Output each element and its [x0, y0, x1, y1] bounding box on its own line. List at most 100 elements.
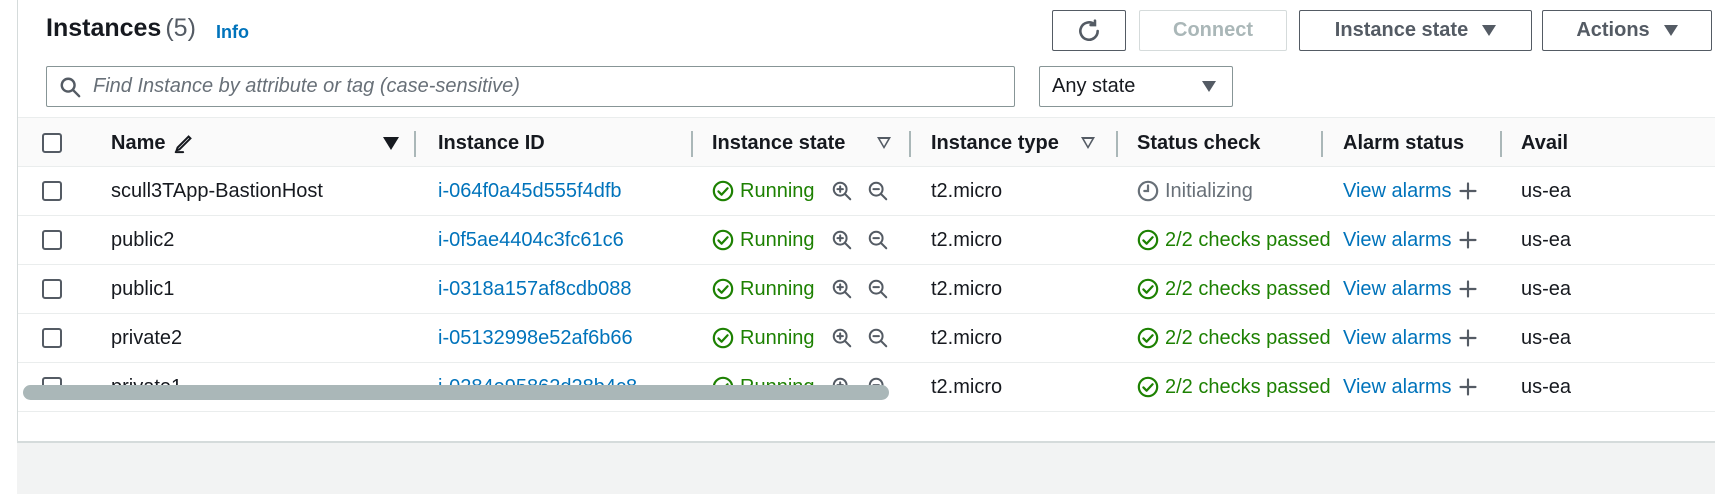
instance-state-cell: Running [712, 265, 889, 313]
alarm-status-cell: View alarms [1343, 314, 1478, 362]
column-header-instance-type[interactable]: Instance type [931, 118, 1118, 168]
instance-name: public2 [111, 228, 175, 251]
column-header-instance-state[interactable]: Instance state [712, 118, 911, 168]
column-label-instance-id: Instance ID [438, 131, 545, 154]
view-alarms-link[interactable]: View alarms [1343, 327, 1452, 350]
left-gutter [0, 0, 17, 494]
table-row[interactable]: scull3TApp-BastionHost i-064f0a45d555f4d… [18, 167, 1715, 216]
caret-down-icon [1663, 25, 1678, 36]
state-filter-select[interactable]: Any state [1039, 66, 1233, 107]
instance-id-link[interactable]: i-0318a157af8cdb088 [438, 265, 632, 313]
search-box[interactable] [46, 66, 1015, 107]
status-check-cell: Initializing [1137, 167, 1253, 215]
row-checkbox[interactable] [42, 279, 62, 299]
add-alarm-icon[interactable] [1458, 181, 1478, 201]
column-header-status-check[interactable]: Status check [1137, 118, 1323, 168]
info-link[interactable]: Info [216, 22, 249, 43]
column-resizer[interactable] [1116, 131, 1118, 157]
status-check-text: 2/2 checks passed [1165, 228, 1331, 251]
instance-id-link[interactable]: i-064f0a45d555f4dfb [438, 167, 622, 215]
status-check-text: 2/2 checks passed [1165, 277, 1331, 300]
check-circle-icon [1137, 229, 1159, 251]
add-alarm-icon[interactable] [1458, 328, 1478, 348]
column-label-instance-state: Instance state [712, 131, 846, 154]
row-select-cell [42, 265, 62, 313]
edit-pencil-icon[interactable] [173, 132, 195, 154]
search-icon [60, 77, 81, 97]
connect-label: Connect [1173, 19, 1253, 41]
instance-state-label: Instance state [1334, 19, 1469, 41]
check-circle-icon [1137, 327, 1159, 349]
instance-type: t2.micro [931, 326, 1003, 349]
row-checkbox[interactable] [42, 230, 62, 250]
instance-type: t2.micro [931, 179, 1003, 202]
instance-state-button[interactable]: Instance state [1299, 10, 1532, 51]
zoom-out-icon[interactable] [867, 229, 889, 251]
zoom-in-icon[interactable] [831, 278, 853, 300]
view-alarms-link[interactable]: View alarms [1343, 180, 1452, 203]
instance-type: t2.micro [931, 228, 1003, 251]
column-resizer[interactable] [1321, 131, 1323, 157]
instance-type: t2.micro [931, 277, 1003, 300]
instance-state-text: Running [740, 326, 815, 349]
instance-id-link[interactable]: i-05132998e52af6b66 [438, 314, 633, 362]
horizontal-scrollbar[interactable] [18, 378, 1715, 406]
actions-button[interactable]: Actions [1542, 10, 1712, 51]
instances-panel: Instances (5) Info Connect Instance state… [17, 0, 1715, 443]
zoom-out-icon[interactable] [867, 278, 889, 300]
row-select-cell [42, 167, 62, 215]
instance-state-cell: Running [712, 314, 889, 362]
instance-state-cell: Running [712, 167, 889, 215]
column-label-instance-type: Instance type [931, 131, 1059, 154]
zoom-out-icon[interactable] [867, 180, 889, 202]
availability-zone: us-ea [1521, 326, 1572, 349]
state-filter-value: Any state [1052, 75, 1136, 97]
column-resizer[interactable] [414, 131, 416, 157]
sort-descending-icon[interactable] [383, 136, 399, 150]
zoom-in-icon[interactable] [831, 327, 853, 349]
availability-zone: us-ea [1521, 277, 1572, 300]
select-all-checkbox[interactable] [42, 133, 62, 153]
table-row[interactable]: public2 i-0f5ae4404c3fc61c6 Running t2.m… [18, 216, 1715, 265]
column-header-name[interactable]: Name [111, 118, 416, 168]
check-circle-icon [712, 180, 734, 202]
connect-button[interactable]: Connect [1139, 10, 1287, 51]
row-checkbox[interactable] [42, 181, 62, 201]
add-alarm-icon[interactable] [1458, 279, 1478, 299]
instance-id-link[interactable]: i-0f5ae4404c3fc61c6 [438, 216, 624, 264]
column-header-alarm-status[interactable]: Alarm status [1343, 118, 1502, 168]
alarm-status-cell: View alarms [1343, 167, 1478, 215]
instance-count: (5) [165, 14, 196, 42]
check-circle-icon [712, 278, 734, 300]
search-input[interactable] [93, 75, 993, 98]
instance-state-text: Running [740, 277, 815, 300]
instance-name: scull3TApp-BastionHost [111, 179, 323, 202]
column-resizer[interactable] [691, 131, 693, 157]
refresh-button[interactable] [1052, 10, 1126, 51]
column-header-instance-id[interactable]: Instance ID [438, 118, 693, 168]
sort-icon[interactable] [1081, 137, 1095, 149]
scrollbar-thumb[interactable] [23, 385, 889, 400]
caret-down-icon [1482, 25, 1497, 36]
status-check-cell: 2/2 checks passed [1137, 265, 1331, 313]
row-select-cell [42, 314, 62, 362]
table-header: Name Instance ID Instance state Instance… [18, 117, 1715, 167]
sort-icon[interactable] [877, 137, 891, 149]
zoom-out-icon[interactable] [867, 327, 889, 349]
view-alarms-link[interactable]: View alarms [1343, 278, 1452, 301]
actions-label: Actions [1576, 19, 1650, 41]
add-alarm-icon[interactable] [1458, 230, 1478, 250]
status-check-cell: 2/2 checks passed [1137, 216, 1331, 264]
view-alarms-link[interactable]: View alarms [1343, 229, 1452, 252]
row-checkbox[interactable] [42, 328, 62, 348]
column-resizer[interactable] [909, 131, 911, 157]
table-row[interactable]: private2 i-05132998e52af6b66 Running t2.… [18, 314, 1715, 363]
zoom-in-icon[interactable] [831, 180, 853, 202]
column-resizer[interactable] [1500, 131, 1502, 157]
column-header-availability-zone[interactable]: Avail [1521, 118, 1601, 168]
table-body: scull3TApp-BastionHost i-064f0a45d555f4d… [18, 167, 1715, 412]
instance-name: public1 [111, 277, 175, 300]
table-row[interactable]: public1 i-0318a157af8cdb088 Running t2.m… [18, 265, 1715, 314]
availability-zone: us-ea [1521, 179, 1572, 202]
zoom-in-icon[interactable] [831, 229, 853, 251]
